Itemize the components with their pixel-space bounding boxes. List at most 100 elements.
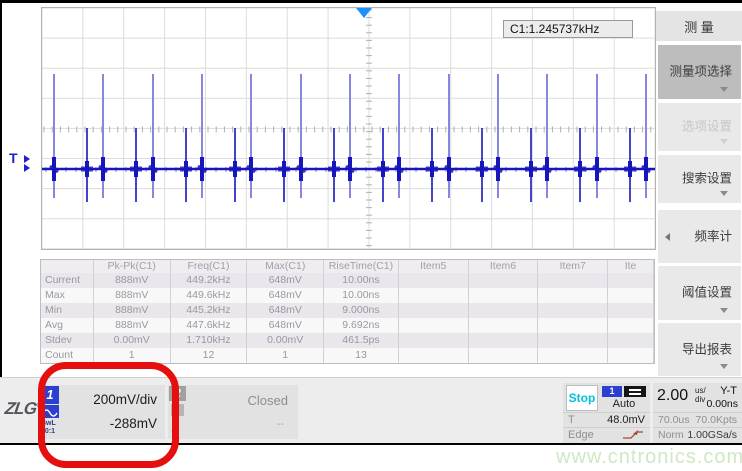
- row-label: Stdev: [41, 333, 94, 348]
- table-row: Avg888mV447.6kHz648mV9.692ns: [41, 318, 654, 333]
- cell: [399, 333, 469, 348]
- chevron-down-icon: [720, 308, 728, 313]
- cell: [399, 273, 469, 288]
- sidebar-item-5[interactable]: 导出报表: [658, 323, 741, 376]
- channel1-scale: 200mV/div: [93, 392, 157, 407]
- cell: Item5: [399, 260, 469, 273]
- cell: Pk-Pk(C1): [94, 260, 171, 273]
- trigger-level-marker[interactable]: T: [9, 150, 18, 166]
- channel2-offset: --: [277, 418, 284, 430]
- status-bar: ZLG® 1 BwL 10:1 200mV/div -288mV 2 - -:-…: [0, 377, 742, 443]
- cell: [399, 348, 469, 363]
- trigger-source-badge: 1: [602, 386, 622, 397]
- chevron-down-icon: [720, 191, 728, 196]
- table-row: Count112113: [41, 348, 654, 363]
- chevron-down-icon: [720, 139, 728, 144]
- cell: 9.000ns: [324, 303, 399, 318]
- cell: [538, 348, 608, 363]
- channel2-sub: -:-: [171, 429, 178, 436]
- channel1-panel[interactable]: 1 BwL 10:1 200mV/div -288mV: [40, 385, 165, 439]
- sidebar-item-3[interactable]: 频率计: [658, 210, 741, 263]
- trigger-mode: Auto: [602, 398, 646, 410]
- cell: 888mV: [94, 318, 171, 333]
- cell: 888mV: [94, 303, 171, 318]
- waveform-svg: [42, 8, 655, 249]
- sidebar-item-label: 频率计: [694, 225, 732, 244]
- timebase-scale: 2.00: [657, 387, 688, 405]
- cell: [399, 318, 469, 333]
- cell: Max(C1): [247, 260, 324, 273]
- rising-edge-icon: [621, 429, 645, 443]
- sidebar-item-label: 导出报表: [682, 338, 732, 357]
- cell: 648mV: [247, 288, 324, 303]
- oscilloscope-screen: C1:1.245737kHz T 测 量 测量项选择选项设置搜索设置频率计阈值设…: [0, 0, 742, 471]
- cell: [399, 303, 469, 318]
- row-label: Avg: [41, 318, 94, 333]
- cell: 888mV: [94, 273, 171, 288]
- channel2-coupling-icon: -: [171, 404, 184, 416]
- frequency-readout: C1:1.245737kHz: [503, 20, 633, 38]
- cell: [608, 348, 654, 363]
- cell: [469, 273, 539, 288]
- cell: 449.6kHz: [171, 288, 248, 303]
- cell: Freq(C1): [171, 260, 248, 273]
- cell: 0.00mV: [247, 333, 324, 348]
- cell: [538, 303, 608, 318]
- channel1-offset: -288mV: [110, 416, 157, 431]
- sidebar-item-label: 测量项选择: [669, 61, 732, 80]
- sidebar-item-4[interactable]: 阈值设置: [658, 266, 741, 320]
- cell: [469, 348, 539, 363]
- sidebar-title: 测 量: [656, 11, 742, 41]
- timebase-panel[interactable]: 2.00 us/ div Y-T 0.00ns 70.0us 70.0Kpts …: [653, 383, 742, 443]
- bandwidth-probe-label: BwL 10:1: [41, 420, 56, 436]
- bottom-border: [0, 443, 742, 445]
- cell: [608, 273, 654, 288]
- cell: [469, 318, 539, 333]
- cell: [538, 288, 608, 303]
- cell: Item6: [469, 260, 539, 273]
- trigger-position-icon[interactable]: [356, 8, 372, 18]
- cell: 888mV: [94, 288, 171, 303]
- trigger-delay: 0.00ns: [706, 398, 738, 410]
- cell: 9.692ns: [324, 318, 399, 333]
- trigger-panel[interactable]: Stop 1 Auto T 48.0mV Edge: [563, 383, 650, 443]
- capture-window: 70.0us: [658, 414, 690, 426]
- cell: 447.6kHz: [171, 318, 248, 333]
- memory-depth: 70.0Kpts: [696, 414, 737, 426]
- cell: 10.00ns: [324, 288, 399, 303]
- channel2-panel[interactable]: 2 - -:- Closed --: [168, 385, 298, 439]
- chevron-left-icon: [665, 233, 670, 241]
- row-label: Max: [41, 288, 94, 303]
- cell: [469, 303, 539, 318]
- row-label: Min: [41, 303, 94, 318]
- run-state: Stop: [566, 385, 598, 411]
- measurement-table: Pk-Pk(C1)Freq(C1)Max(C1)RiseTime(C1)Item…: [40, 259, 655, 364]
- cell: 648mV: [247, 318, 324, 333]
- waveform-display: [41, 7, 656, 250]
- trigger-level-label: T: [9, 150, 18, 166]
- zlg-logo: ZLG®: [4, 399, 43, 419]
- cell: 648mV: [247, 273, 324, 288]
- cell: 13: [324, 348, 399, 363]
- cell: Ite: [608, 260, 654, 273]
- acquisition-mode: Norm: [658, 429, 684, 441]
- cell: 1.710kHz: [171, 333, 248, 348]
- cell: 461.5ps: [324, 333, 399, 348]
- sidebar-item-1: 选项设置: [658, 103, 741, 151]
- sidebar-item-2[interactable]: 搜索设置: [658, 155, 741, 203]
- row-label: [41, 260, 94, 273]
- cell: [538, 333, 608, 348]
- cell: 1: [94, 348, 171, 363]
- channel2-status: Closed: [248, 393, 288, 408]
- watermark: www.cntronics.com: [556, 446, 742, 469]
- cell: [608, 333, 654, 348]
- table-row: Current888mV449.2kHz648mV10.00ns: [41, 273, 654, 288]
- channel2-badge: 2: [169, 386, 186, 401]
- cell: 1: [247, 348, 324, 363]
- top-border: [0, 0, 742, 3]
- trigger-arrow-icon: [24, 154, 30, 173]
- table-row: Max888mV449.6kHz648mV10.00ns: [41, 288, 654, 303]
- sidebar-item-0[interactable]: 测量项选择: [658, 45, 741, 99]
- sidebar-item-label: 搜索设置: [682, 168, 732, 187]
- cell: [469, 333, 539, 348]
